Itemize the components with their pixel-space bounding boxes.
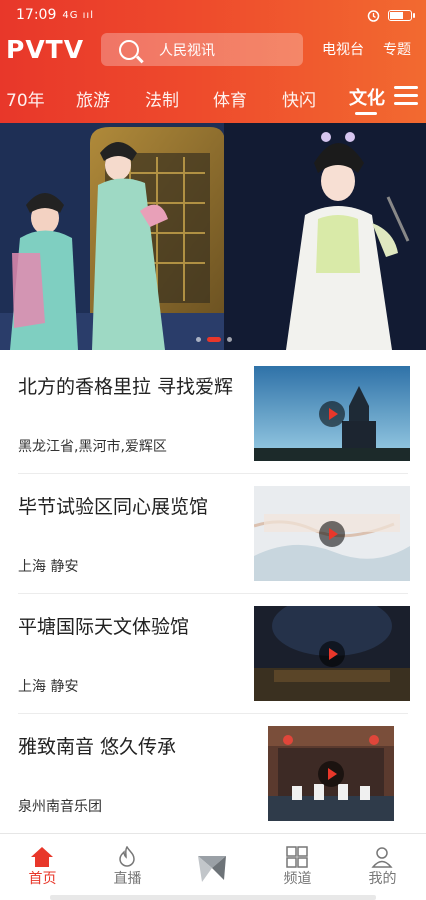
opera-performers-image <box>0 123 426 350</box>
carousel-indicators <box>196 337 232 342</box>
search-icon <box>119 39 139 60</box>
tab-70years[interactable]: 70年 <box>6 86 45 111</box>
list-item[interactable]: 毕节试验区同心展览馆 上海 静安 <box>18 474 410 594</box>
tv-station-link[interactable]: 电视台 <box>322 33 364 67</box>
topics-link[interactable]: 专题 <box>383 33 411 67</box>
video-thumbnail[interactable] <box>268 726 394 821</box>
battery-icon <box>388 9 415 21</box>
home-indicator <box>50 895 376 900</box>
nav-channels-label: 频道 <box>283 871 312 887</box>
play-icon <box>319 640 345 667</box>
bottom-nav: 首页 直播 频道 我的 <box>0 833 426 900</box>
tab-flashmob[interactable]: 快闪 <box>282 86 316 111</box>
list-item[interactable]: 平塘国际天文体验馆 上海 静安 <box>18 594 410 714</box>
play-icon <box>318 760 344 787</box>
carousel-dot[interactable] <box>227 337 232 342</box>
video-thumbnail[interactable] <box>254 366 410 461</box>
tab-travel[interactable]: 旅游 <box>76 86 110 111</box>
article-title: 北方的香格里拉 寻找爱辉 <box>18 376 234 398</box>
article-title: 平塘国际天文体验馆 <box>18 616 190 638</box>
article-list: 北方的香格里拉 寻找爱辉 黑龙江省,黑河市,爱辉区 毕节试验区同心展览馆 上海 … <box>0 354 426 834</box>
article-title: 毕节试验区同心展览馆 <box>18 496 209 518</box>
article-title: 雅致南音 悠久传承 <box>18 736 177 758</box>
carousel-dot-active[interactable] <box>207 337 221 342</box>
nav-home[interactable]: 首页 <box>0 834 85 894</box>
pvtv-center-icon <box>198 856 226 882</box>
nav-live-label: 直播 <box>113 871 142 887</box>
search-placeholder: 人民视讯 <box>159 42 215 59</box>
nav-center-logo[interactable] <box>170 834 255 894</box>
tab-culture-label: 文化 <box>349 88 385 109</box>
carousel-dot[interactable] <box>196 337 201 342</box>
video-thumbnail[interactable] <box>254 606 410 701</box>
article-location: 上海 静安 <box>18 679 79 695</box>
nav-profile-label: 我的 <box>368 871 397 887</box>
flame-icon <box>119 846 135 867</box>
nav-home-label: 首页 <box>28 871 57 887</box>
signal-icon: 4G ııl <box>62 9 94 21</box>
alarm-icon <box>367 9 380 22</box>
app-logo: PVTV <box>6 35 85 64</box>
banner-carousel[interactable] <box>0 123 426 350</box>
user-icon <box>371 847 393 868</box>
home-icon <box>31 847 53 867</box>
video-thumbnail[interactable] <box>254 486 410 581</box>
app-header: 17:09 4G ııl PVTV 人民视讯 电视台 专题 70年 旅游 法制 … <box>0 0 426 123</box>
active-tab-indicator <box>355 112 377 115</box>
tab-sports[interactable]: 体育 <box>213 86 247 111</box>
list-item[interactable]: 北方的香格里拉 寻找爱辉 黑龙江省,黑河市,爱辉区 <box>18 354 410 474</box>
status-time: 17:09 <box>16 7 57 23</box>
nav-channels[interactable]: 频道 <box>255 834 340 894</box>
article-location: 泉州南音乐团 <box>18 799 102 815</box>
search-bar[interactable]: 人民视讯 <box>101 33 303 66</box>
article-location: 上海 静安 <box>18 559 79 575</box>
tab-law[interactable]: 法制 <box>145 86 179 111</box>
nav-profile[interactable]: 我的 <box>340 834 425 894</box>
list-item[interactable]: 雅致南音 悠久传承 泉州南音乐团 <box>18 714 408 834</box>
article-location: 黑龙江省,黑河市,爱辉区 <box>18 439 167 455</box>
play-icon <box>319 520 345 547</box>
status-bar: 17:09 4G ııl <box>0 0 426 30</box>
nav-live[interactable]: 直播 <box>85 834 170 894</box>
grid-icon <box>286 846 308 868</box>
play-icon <box>319 400 345 427</box>
menu-icon[interactable] <box>394 86 418 106</box>
tab-culture[interactable]: 文化 <box>349 84 385 115</box>
category-tabs: 70年 旅游 法制 体育 快闪 文化 <box>0 80 426 120</box>
